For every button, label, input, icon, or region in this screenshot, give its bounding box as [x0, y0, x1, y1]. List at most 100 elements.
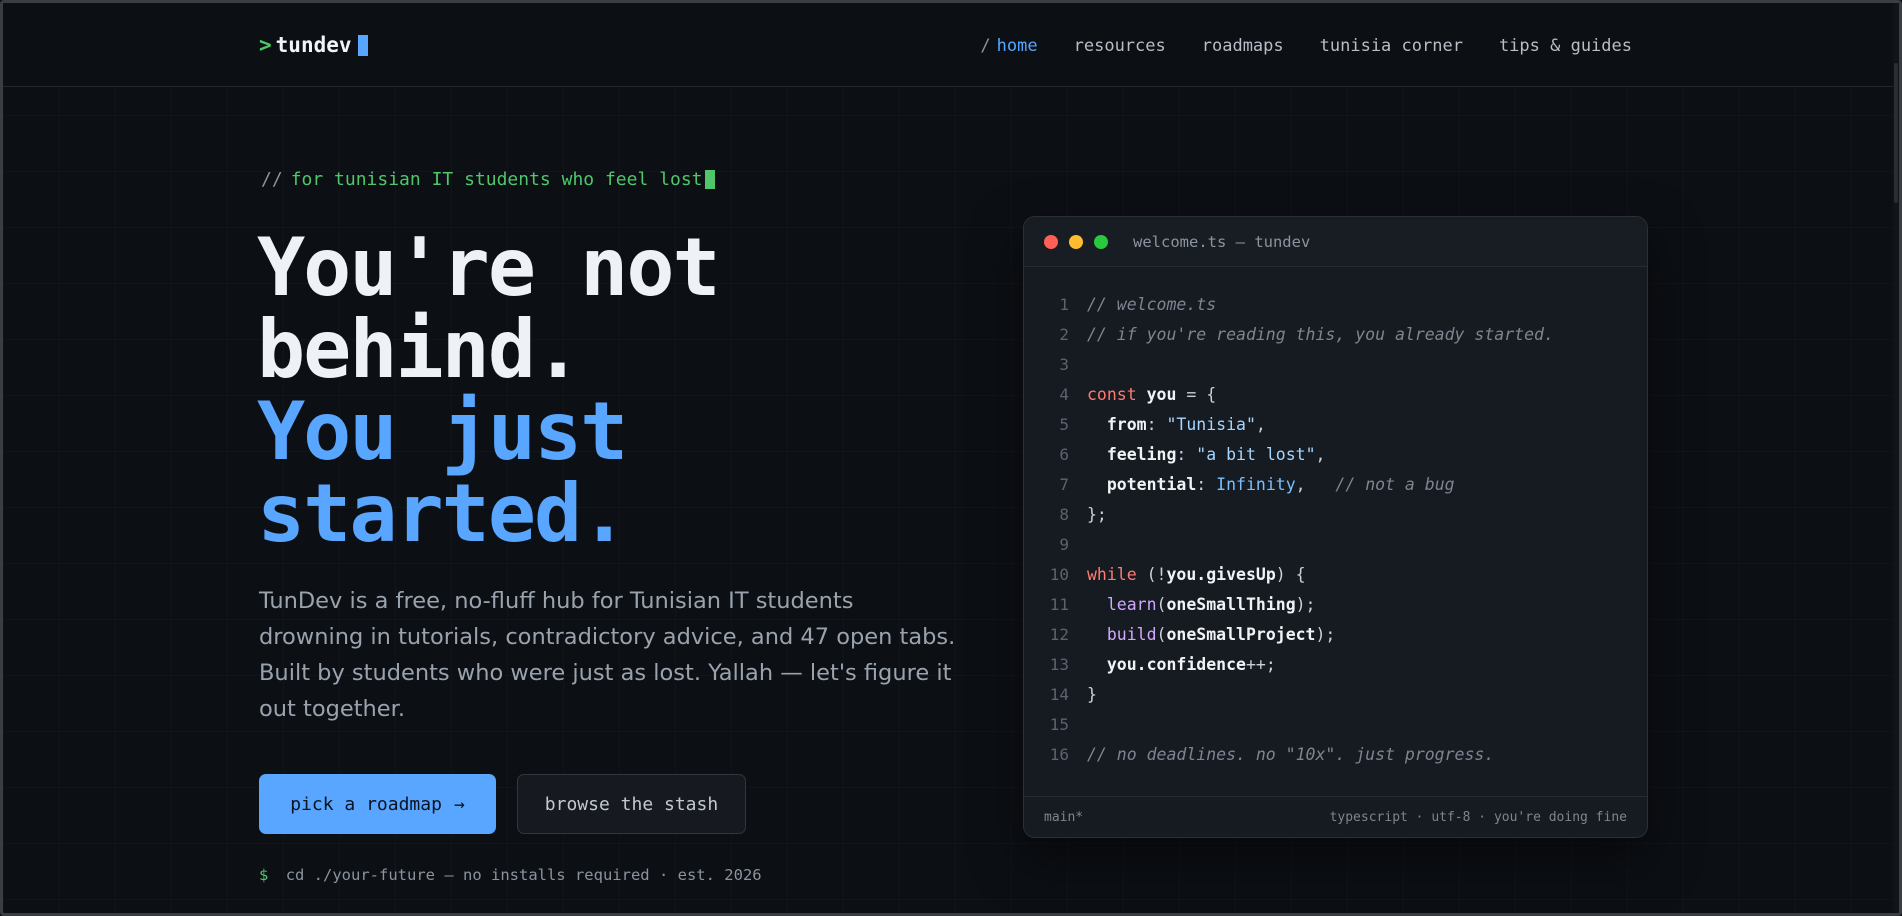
code-line: 4 const you = { [1024, 379, 1647, 409]
line-number: 11 [1049, 594, 1069, 614]
code-line: 1 // welcome.ts [1024, 289, 1647, 319]
code-token: , [1295, 474, 1336, 494]
nav-item-tunisia-corner[interactable]: tunisia corner [1320, 36, 1463, 56]
site-header: > tundev / home resources roadmaps tunis… [3, 3, 1899, 87]
code-token: }; [1087, 504, 1107, 524]
code-token: ); [1295, 594, 1316, 614]
nav-item-resources[interactable]: resources [1074, 36, 1166, 56]
code-window-titlebar: welcome.ts — tundev [1024, 217, 1647, 267]
line-number: 6 [1059, 444, 1069, 464]
browse-stash-button[interactable]: browse the stash [517, 774, 746, 834]
headline-line-3: You just [257, 385, 628, 478]
code-token: build [1106, 624, 1157, 644]
page-frame: > tundev / home resources roadmaps tunis… [0, 0, 1902, 916]
line-number: 8 [1059, 504, 1069, 524]
line-number: 12 [1049, 624, 1069, 644]
code-line: 6 feeling: "a bit lost", [1024, 439, 1647, 469]
code-line: 13 you.confidence ++; [1024, 649, 1647, 679]
code-token: // not a bug [1335, 474, 1455, 494]
code-token: you.confidence [1106, 654, 1246, 674]
hero-description: TunDev is a free, no-fluff hub for Tunis… [259, 588, 956, 722]
code-token: const [1087, 384, 1137, 404]
code-line: 5 from: "Tunisia", [1024, 409, 1647, 439]
code-body: 1 // welcome.ts 2 // if you're reading this… [1024, 267, 1647, 769]
code-token: oneSmallProject [1166, 624, 1316, 644]
hero-headline: You're not behind. You just started. [257, 221, 721, 560]
code-token: ); [1315, 624, 1336, 644]
code-token: } [1087, 684, 1097, 704]
code-line: 14} [1024, 679, 1647, 709]
code-line: 7 potential: Infinity, // not a bug [1024, 469, 1647, 499]
line-number: 3 [1059, 354, 1069, 374]
code-token: you [1146, 384, 1177, 404]
line-number: 13 [1049, 654, 1069, 674]
logo-name: tundev [275, 33, 352, 57]
line-number: 4 [1059, 384, 1069, 404]
code-window: welcome.ts — tundev 1 // welcome.ts 2 // if… [1023, 216, 1648, 838]
code-token: , [1315, 444, 1326, 464]
headline-line-4: started. [257, 467, 628, 560]
code-line: 15 [1024, 709, 1647, 739]
code-line: 9 [1024, 529, 1647, 559]
close-dot-icon [1044, 234, 1058, 249]
code-token: you.givesUp [1166, 564, 1276, 584]
code-token: : [1176, 444, 1197, 464]
tagline-text: for tunisian IT students who feel lost [290, 169, 703, 190]
minimize-dot-icon [1069, 234, 1083, 249]
code-line: 3 [1024, 349, 1647, 379]
code-token: : [1196, 474, 1217, 494]
code-token: // if you're reading this, you already s… [1087, 324, 1554, 344]
nav-item-tips-guides[interactable]: tips & guides [1499, 36, 1632, 56]
code-token: ++; [1245, 654, 1276, 674]
code-line: 8}; [1024, 499, 1647, 529]
code-token: // welcome.ts [1087, 294, 1217, 314]
code-line: 2 // if you're reading this, you already … [1024, 319, 1647, 349]
headline-line-2: behind. [257, 303, 582, 396]
code-token: ( [1156, 624, 1167, 644]
code-window-title: welcome.ts — tundev [1133, 232, 1311, 251]
nav-item-home[interactable]: / home [980, 36, 1037, 56]
page-scrollbar[interactable] [1893, 3, 1899, 913]
nav-item-roadmaps[interactable]: roadmaps [1202, 36, 1284, 56]
code-token: from [1106, 414, 1147, 434]
code-line: 10 while (! you.givesUp) { [1024, 559, 1647, 589]
code-line: 16 // no deadlines. no "10x". just progre… [1024, 739, 1647, 769]
code-token: oneSmallThing [1166, 594, 1296, 614]
code-line: 11 learn(oneSmallThing); [1024, 589, 1647, 619]
code-token: "a bit lost" [1196, 444, 1316, 464]
main-nav: / home resources roadmaps tunisia corner… [980, 36, 1632, 56]
line-number: 15 [1049, 714, 1069, 734]
code-token: ( [1156, 594, 1167, 614]
code-line: 12 build(oneSmallProject); [1024, 619, 1647, 649]
code-token: feeling [1106, 444, 1177, 464]
nav-active-slash: / [980, 36, 991, 56]
hero-tagline: // for tunisian IT students who feel los… [261, 169, 715, 190]
code-token: : [1146, 414, 1167, 434]
maximize-dot-icon [1094, 234, 1108, 249]
code-token: "Tunisia" [1166, 414, 1256, 434]
line-number: 2 [1059, 324, 1069, 344]
arrow-right-icon: → [453, 793, 465, 815]
logo[interactable]: > tundev [259, 33, 368, 57]
cursor-block-icon [357, 34, 368, 56]
cursor-block-icon [704, 170, 715, 189]
code-token: learn [1106, 594, 1157, 614]
pick-roadmap-button[interactable]: pick a roadmap → [259, 774, 496, 834]
shell-prompt: $ [259, 866, 269, 884]
status-branch: main* [1044, 809, 1084, 825]
scrollbar-thumb[interactable] [1894, 63, 1898, 203]
status-info: typescript · utf-8 · you're doing fine [1329, 809, 1627, 825]
editor-statusbar: main* typescript · utf-8 · you're doing … [1024, 796, 1647, 837]
logo-prompt: > [259, 33, 272, 57]
code-token: while [1087, 564, 1137, 584]
line-number: 14 [1049, 684, 1069, 704]
line-number: 1 [1059, 294, 1069, 314]
headline-line-1: You're not [257, 221, 721, 314]
pick-roadmap-label: pick a roadmap [290, 793, 442, 815]
